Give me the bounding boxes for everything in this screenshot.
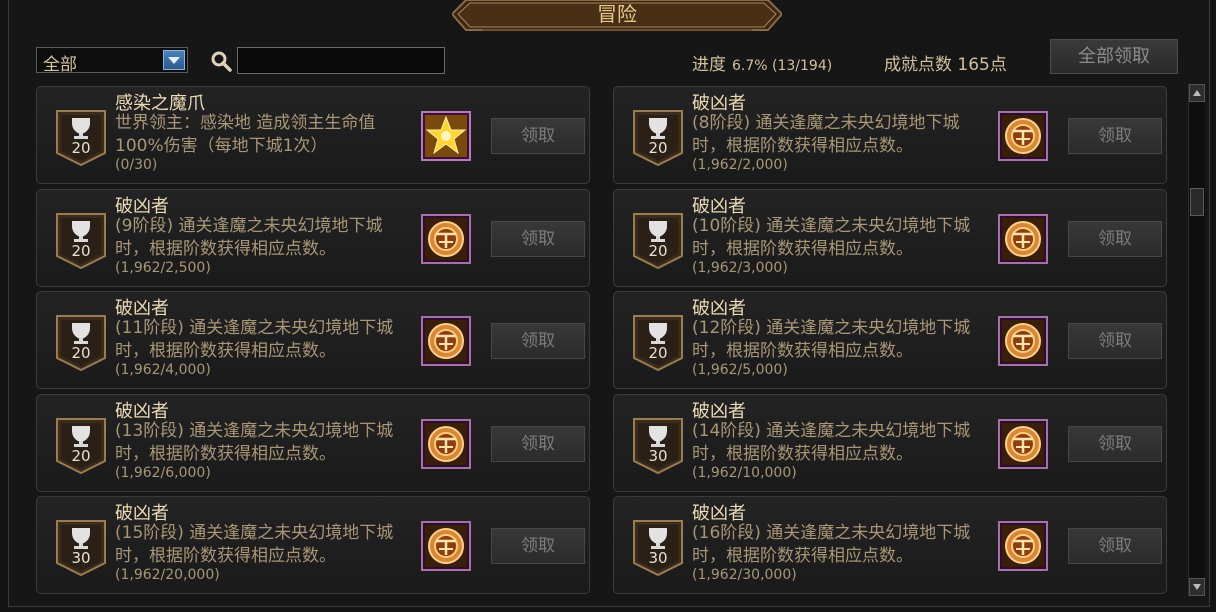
gold-star-icon[interactable]	[421, 111, 471, 161]
trophy-badge-icon: 20	[55, 314, 107, 372]
achievement-points-value: 20	[71, 139, 91, 157]
claim-button[interactable]: 领取	[1068, 426, 1162, 462]
achievement-description: (14阶段) 通关逢魔之未央幻境地下城时，根据阶数获得相应点数。	[692, 421, 971, 464]
trophy-badge-icon: 20	[632, 212, 684, 270]
achievement-card: 30 破凶者 (15阶段) 通关逢魔之未央幻境地下城时，根据阶数获得相应点数。 …	[36, 496, 590, 594]
claim-button[interactable]: 领取	[491, 528, 585, 564]
achievement-card: 20 破凶者 (9阶段) 通关逢魔之未央幻境地下城时，根据阶数获得相应点数。 (…	[36, 189, 590, 287]
achievement-progress: (1,962/5,000)	[692, 362, 788, 378]
emblem-icon[interactable]	[421, 521, 471, 571]
progress-value: 6.7% (13/194)	[732, 58, 833, 74]
achievement-description: (12阶段) 通关逢魔之未央幻境地下城时，根据阶数获得相应点数。	[692, 318, 971, 361]
emblem-icon[interactable]	[998, 214, 1048, 264]
achievement-progress: (1,962/2,500)	[115, 260, 211, 276]
achievement-card: 20 破凶者 (13阶段) 通关逢魔之未央幻境地下城时，根据阶数获得相应点数。 …	[36, 394, 590, 492]
search-input[interactable]	[237, 47, 445, 74]
achievement-card: 30 破凶者 (16阶段) 通关逢魔之未央幻境地下城时，根据阶数获得相应点数。 …	[613, 496, 1167, 594]
achievement-progress: (1,962/3,000)	[692, 260, 788, 276]
achievement-progress: (1,962/4,000)	[115, 362, 211, 378]
achievement-progress: (1,962/30,000)	[692, 567, 797, 583]
claim-button[interactable]: 领取	[1068, 323, 1162, 359]
achievement-description: (11阶段) 通关逢魔之未央幻境地下城时，根据阶数获得相应点数。	[115, 318, 394, 361]
achievement-description: 世界领主：感染地 造成领主生命值100%伤害（每地下城1次）	[115, 113, 376, 156]
achievement-points-value: 20	[71, 242, 91, 260]
achievement-points-value: 30	[648, 549, 668, 567]
scroll-down-button[interactable]	[1189, 578, 1205, 596]
emblem-icon[interactable]	[421, 419, 471, 469]
emblem-icon[interactable]	[998, 316, 1048, 366]
category-dropdown[interactable]: 全部	[36, 47, 188, 75]
achievement-progress: (1,962/20,000)	[115, 567, 220, 583]
achievement-points-value: 30	[71, 549, 91, 567]
emblem-icon[interactable]	[998, 521, 1048, 571]
trophy-badge-icon: 30	[55, 519, 107, 577]
achievement-description: (13阶段) 通关逢魔之未央幻境地下城时，根据阶数获得相应点数。	[115, 421, 394, 464]
emblem-icon[interactable]	[421, 214, 471, 264]
emblem-icon[interactable]	[421, 316, 471, 366]
claim-button[interactable]: 领取	[1068, 118, 1162, 154]
achievement-description: (8阶段) 通关逢魔之未央幻境地下城时，根据阶数获得相应点数。	[692, 113, 960, 156]
achievement-description: (16阶段) 通关逢魔之未央幻境地下城时，根据阶数获得相应点数。	[692, 523, 971, 566]
claim-button[interactable]: 领取	[491, 323, 585, 359]
progress-label: 进度	[692, 55, 726, 75]
achievement-progress: (0/30)	[115, 157, 158, 173]
trophy-badge-icon: 20	[632, 314, 684, 372]
achievement-card: 20 破凶者 (10阶段) 通关逢魔之未央幻境地下城时，根据阶数获得相应点数。 …	[613, 189, 1167, 287]
trophy-badge-icon: 30	[632, 417, 684, 475]
achievement-points: 成就点数 165点	[884, 55, 1007, 75]
scrollbar[interactable]	[1188, 84, 1205, 596]
claim-all-button[interactable]: 全部领取	[1050, 39, 1178, 74]
claim-button[interactable]: 领取	[1068, 528, 1162, 564]
emblem-icon[interactable]	[998, 111, 1048, 161]
achievement-progress: (1,962/2,000)	[692, 157, 788, 173]
trophy-badge-icon: 30	[632, 519, 684, 577]
scroll-thumb[interactable]	[1190, 188, 1204, 216]
claim-button[interactable]: 领取	[491, 118, 585, 154]
achievement-description: (15阶段) 通关逢魔之未央幻境地下城时，根据阶数获得相应点数。	[115, 523, 394, 566]
trophy-badge-icon: 20	[55, 109, 107, 167]
achievement-points-value: 20	[71, 447, 91, 465]
emblem-icon[interactable]	[998, 419, 1048, 469]
chevron-down-icon[interactable]	[163, 50, 185, 70]
achievement-points-value: 30	[648, 447, 668, 465]
scroll-up-button[interactable]	[1189, 84, 1205, 102]
achievement-progress: (1,962/10,000)	[692, 465, 797, 481]
achievement-points-value: 20	[648, 242, 668, 260]
achievement-card: 20 破凶者 (11阶段) 通关逢魔之未央幻境地下城时，根据阶数获得相应点数。 …	[36, 291, 590, 389]
trophy-badge-icon: 20	[55, 417, 107, 475]
claim-button[interactable]: 领取	[491, 221, 585, 257]
achievement-points-value: 20	[648, 139, 668, 157]
achievement-card: 30 破凶者 (14阶段) 通关逢魔之未央幻境地下城时，根据阶数获得相应点数。 …	[613, 394, 1167, 492]
trophy-badge-icon: 20	[55, 212, 107, 270]
achievement-points-value: 20	[648, 344, 668, 362]
achievement-description: (9阶段) 通关逢魔之未央幻境地下城时，根据阶数获得相应点数。	[115, 216, 383, 259]
title-plate: 冒险	[452, 0, 782, 34]
claim-button[interactable]: 领取	[1068, 221, 1162, 257]
achievement-progress: (1,962/6,000)	[115, 465, 211, 481]
achievement-card: 20 破凶者 (12阶段) 通关逢魔之未央幻境地下城时，根据阶数获得相应点数。 …	[613, 291, 1167, 389]
achievement-points-value: 20	[71, 344, 91, 362]
window-title: 冒险	[597, 2, 637, 26]
progress-summary: 进度 6.7% (13/194)	[692, 50, 832, 75]
claim-button[interactable]: 领取	[491, 426, 585, 462]
achievement-card: 20 感染之魔爪 世界领主：感染地 造成领主生命值100%伤害（每地下城1次） …	[36, 86, 590, 184]
achievement-description: (10阶段) 通关逢魔之未央幻境地下城时，根据阶数获得相应点数。	[692, 216, 971, 259]
achievement-card: 20 破凶者 (8阶段) 通关逢魔之未央幻境地下城时，根据阶数获得相应点数。 (…	[613, 86, 1167, 184]
category-dropdown-value: 全部	[43, 55, 77, 75]
search-icon	[211, 51, 232, 72]
trophy-badge-icon: 20	[632, 109, 684, 167]
